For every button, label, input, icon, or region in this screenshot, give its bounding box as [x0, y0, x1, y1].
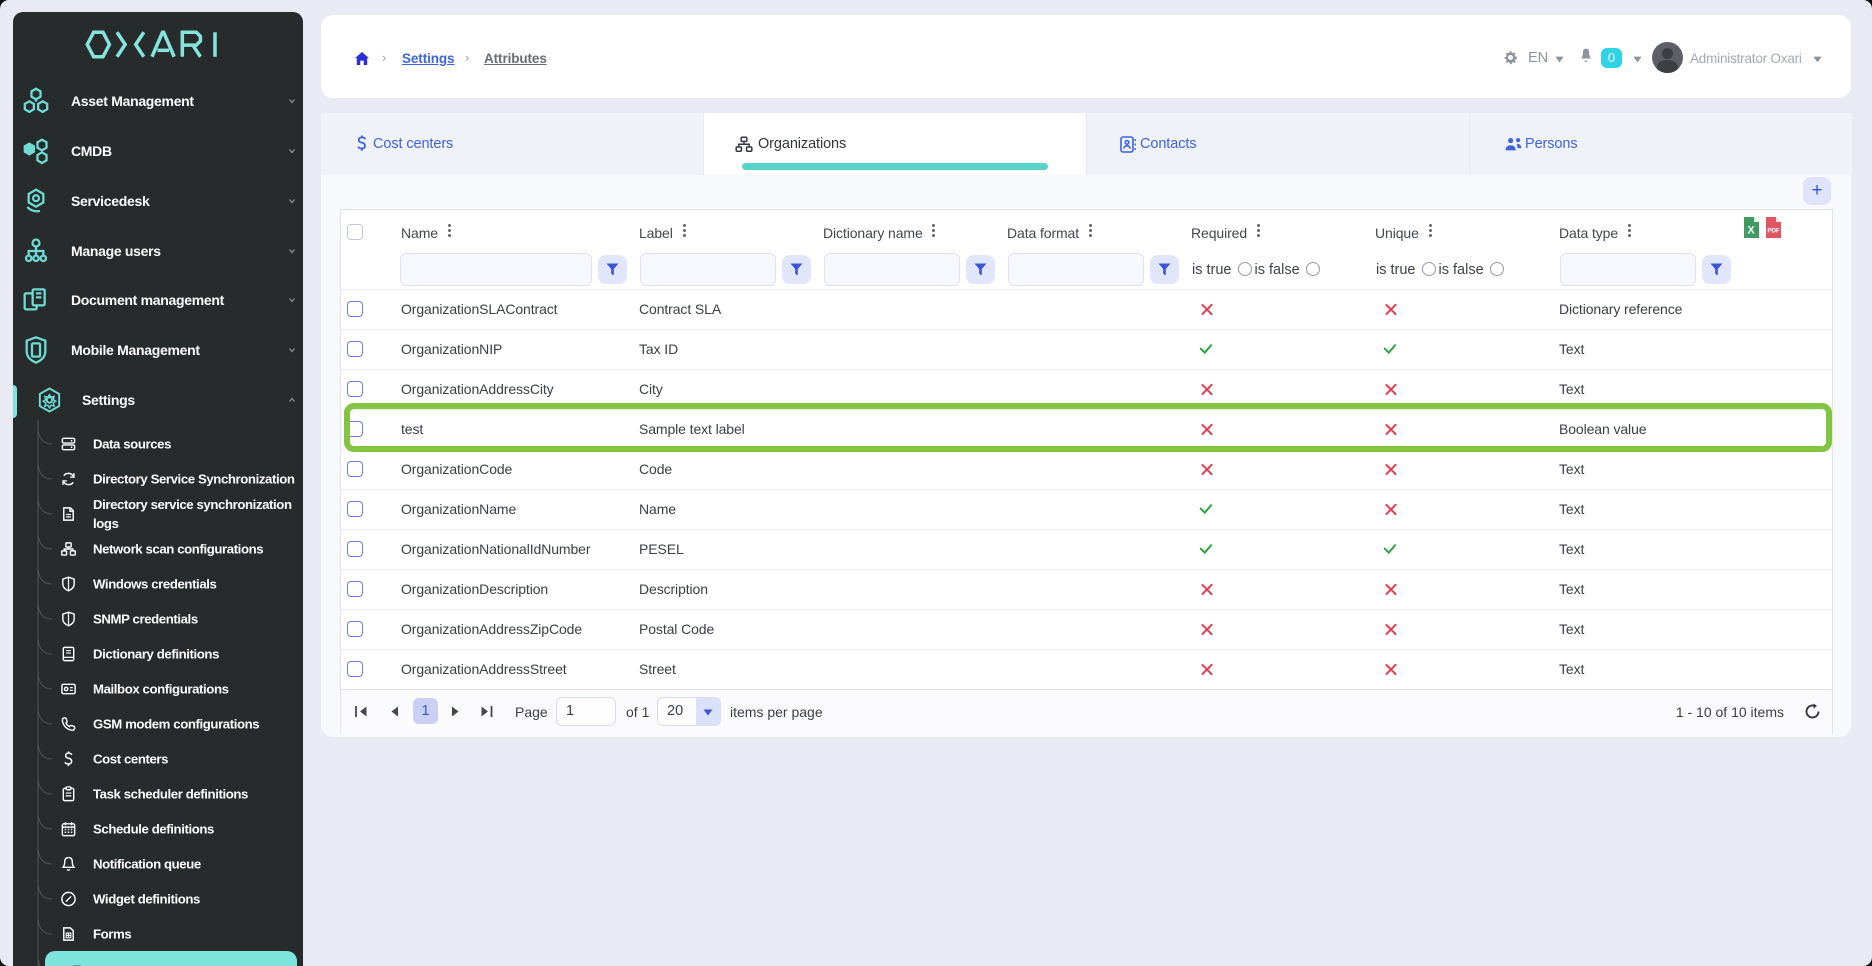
- svg-text:X: X: [1747, 225, 1755, 237]
- svg-text:PDF: PDF: [1767, 228, 1780, 235]
